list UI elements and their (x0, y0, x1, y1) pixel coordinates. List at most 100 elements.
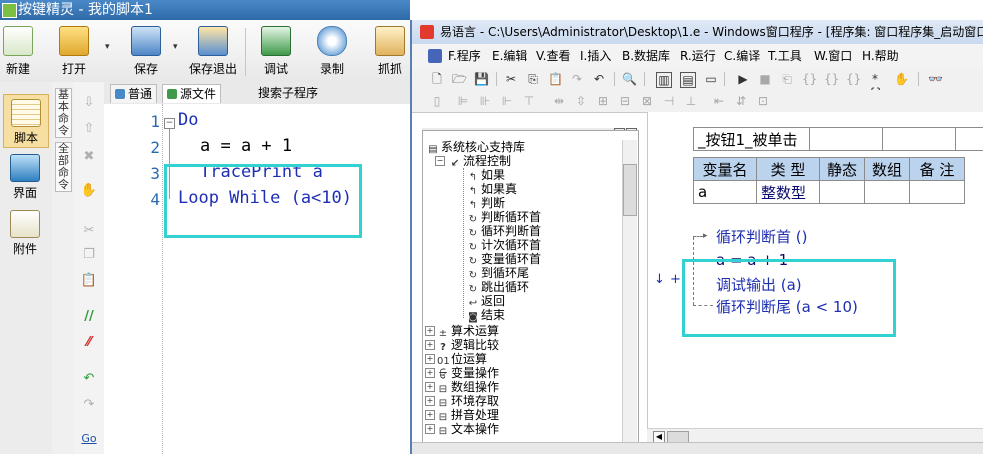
open-button[interactable]: 打开 (56, 26, 92, 78)
tree-node-group[interactable]: ਓ 变量操作 (437, 366, 499, 381)
tree-item[interactable]: ↻ 跳出循环 (467, 280, 529, 295)
tree-node-group[interactable]: ⊟ 环境存取 (437, 394, 499, 409)
space-h-icon[interactable]: ⊟ (618, 94, 632, 108)
copy-icon[interactable]: ⎘ (526, 72, 540, 86)
tree-item[interactable]: ◙ 结束 (467, 308, 505, 323)
run-icon[interactable]: ▶ (736, 72, 750, 86)
uncomment-icon[interactable]: ⁄⁄ (80, 334, 98, 352)
undo-icon[interactable]: ↶ (80, 370, 98, 388)
tree-expander[interactable]: − (435, 156, 445, 166)
tab-all-commands[interactable]: 全部命令 (55, 142, 72, 192)
record-button[interactable]: 录制 (314, 26, 350, 78)
save-exit-button[interactable]: 保存退出 (188, 26, 238, 78)
step-into-icon[interactable]: {} (802, 72, 817, 86)
new-button[interactable]: 新建 (2, 26, 34, 78)
tree-item[interactable]: ↻ 循环判断首 (467, 224, 541, 239)
menu-database[interactable]: B.数据库 (622, 44, 670, 68)
find-icon[interactable]: 🔍 (622, 72, 637, 86)
step-out-icon[interactable]: {} (846, 72, 861, 86)
tree-node-group[interactable]: ⊟ 拼音处理 (437, 408, 499, 423)
menu-window[interactable]: W.窗口 (814, 44, 852, 68)
var-array-cell[interactable] (864, 180, 910, 204)
table-cell[interactable] (954, 127, 983, 151)
library-tree[interactable]: ▤ 系统核心支持库 − ↙ 流程控制 ↰ 如果 ↰ 如果真 ↰ 判断 ↻ 判断循环首 ↻ 循环… (422, 130, 639, 454)
menu-view[interactable]: V.查看 (536, 44, 570, 68)
tree-item[interactable]: ↩ 返回 (467, 294, 505, 309)
same-height-icon[interactable]: ⇳ (574, 94, 588, 108)
comment-icon[interactable]: // (80, 308, 98, 326)
center-h-icon[interactable]: ⊣ (662, 94, 676, 108)
paste-icon[interactable]: 📋 (548, 72, 563, 86)
redo-icon[interactable]: ↷ (570, 72, 584, 86)
order-back-icon[interactable]: ⇵ (734, 94, 748, 108)
align-left-icon[interactable]: ⊫ (456, 94, 470, 108)
paste-icon[interactable]: 📋 (80, 272, 98, 290)
hand-icon[interactable]: ✋ (894, 72, 909, 86)
move-up-icon[interactable]: ⇧ (80, 120, 98, 138)
sidebar-item-attachment[interactable]: 附件 (3, 206, 47, 258)
new-icon[interactable]: 🗋 (430, 72, 444, 86)
tree-node-group[interactable]: ± 算术运算 (437, 324, 499, 339)
table-cell[interactable] (881, 127, 956, 151)
tree-expander[interactable]: + (425, 396, 435, 406)
sidebar-item-ui[interactable]: 界面 (3, 150, 47, 202)
open-icon[interactable]: 🗁 (452, 72, 467, 86)
tree-item[interactable]: ↰ 如果 (467, 168, 505, 183)
menu-run[interactable]: R.运行 (680, 44, 716, 68)
redo-icon[interactable]: ↷ (80, 396, 98, 414)
delete-icon[interactable]: ✖ (80, 148, 98, 166)
tree-item[interactable]: ↻ 判断循环首 (467, 210, 541, 225)
tree-item[interactable]: ↰ 如果真 (467, 182, 517, 197)
tab-basic-commands[interactable]: 基本命令 (55, 88, 72, 138)
tab-source[interactable]: 源文件 (162, 84, 222, 103)
var-note-cell[interactable] (909, 180, 965, 204)
tree-node-group[interactable]: ? 逻辑比较 (437, 338, 499, 353)
step-over-icon[interactable]: {} (824, 72, 839, 86)
menu-tools[interactable]: T.工具 (768, 44, 802, 68)
save-icon[interactable]: 💾 (474, 72, 489, 86)
cut-icon[interactable]: ✂ (80, 222, 98, 240)
align-icon[interactable]: ▯ (430, 94, 444, 108)
fold-toggle[interactable]: − (164, 118, 175, 129)
tree-scroll-thumb[interactable] (623, 164, 637, 216)
breakpoint-icon[interactable]: *{} (868, 72, 883, 100)
align-top-icon[interactable]: ⊤ (522, 94, 536, 108)
layout-3-icon[interactable]: ▭ (704, 72, 718, 86)
tree-expander[interactable]: + (425, 368, 435, 378)
tree-item[interactable]: ↰ 判断 (467, 196, 505, 211)
tree-node-group[interactable]: ⊟ 数组操作 (437, 380, 499, 395)
code-hscrollbar[interactable]: ◀ (647, 428, 983, 443)
var-type-cell[interactable]: 整数型 (756, 180, 820, 204)
menu-program[interactable]: F.程序 (448, 44, 481, 68)
lock-icon[interactable]: ⊡ (756, 94, 770, 108)
tree-node-group[interactable]: 01位运算 (437, 352, 487, 367)
tree-expander[interactable]: + (425, 382, 435, 392)
space-v-icon[interactable]: ⊠ (640, 94, 654, 108)
tree-expander[interactable]: + (425, 354, 435, 364)
hand-icon[interactable]: ✋ (80, 182, 98, 200)
menu-insert[interactable]: I.插入 (580, 44, 611, 68)
tree-node-group[interactable]: ⊟ 文本操作 (437, 422, 499, 437)
align-center-icon[interactable]: ⊪ (478, 94, 492, 108)
goto-icon[interactable]: Go (80, 430, 98, 448)
stop-icon[interactable]: ■ (758, 72, 772, 86)
move-down-icon[interactable]: ⇩ (80, 94, 98, 112)
center-v-icon[interactable]: ⊥ (684, 94, 698, 108)
menu-edit[interactable]: E.编辑 (492, 44, 527, 68)
tree-item[interactable]: ↻ 计次循环首 (467, 238, 541, 253)
search-subroutine[interactable]: 搜索子程序 (254, 84, 322, 102)
copy-icon[interactable]: ❐ (80, 246, 98, 264)
layout-1-icon[interactable]: ▥ (656, 72, 672, 88)
var-static-cell[interactable] (819, 180, 865, 204)
tab-normal[interactable]: 普通 (110, 84, 158, 103)
tree-expander[interactable]: + (425, 340, 435, 350)
tree-item[interactable]: ↻ 变量循环首 (467, 252, 541, 267)
layout-2-icon[interactable]: ▤ (680, 72, 696, 88)
subroutine-name[interactable]: _按钮1_被单击 (693, 127, 810, 151)
cut-icon[interactable]: ✂ (504, 72, 518, 86)
tree-expander[interactable]: + (425, 424, 435, 434)
save-button[interactable]: 保存 (128, 26, 164, 78)
tree-node-flow-control[interactable]: ↙ 流程控制 (449, 154, 511, 169)
align-right-icon[interactable]: ⊩ (500, 94, 514, 108)
debug-button[interactable]: 调试 (258, 26, 294, 78)
